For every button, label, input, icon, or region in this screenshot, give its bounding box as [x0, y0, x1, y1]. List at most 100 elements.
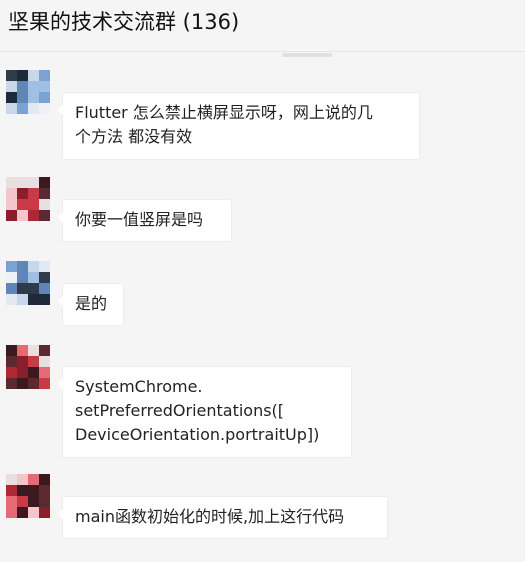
- message-text: 是的: [75, 294, 108, 313]
- avatar-pixel: [6, 378, 17, 389]
- scroll-indicator[interactable]: [282, 53, 332, 57]
- avatar-pixel: [39, 474, 50, 485]
- avatar-pixel: [28, 210, 39, 221]
- avatar-pixel: [17, 345, 28, 356]
- avatar-pixel: [28, 177, 39, 188]
- avatar-pixel: [17, 485, 28, 496]
- avatar-pixel: [39, 294, 50, 305]
- avatar-pixel: [6, 188, 17, 199]
- avatar-pixel: [6, 345, 17, 356]
- avatar-pixel: [28, 378, 39, 389]
- avatar-pixel: [17, 294, 28, 305]
- avatar-pixel: [39, 103, 50, 114]
- avatar-pixel: [39, 378, 50, 389]
- avatar-pixel: [17, 507, 28, 518]
- message-bubble[interactable]: 是的: [57, 283, 124, 326]
- avatar-pixel: [17, 177, 28, 188]
- avatar[interactable]: [6, 474, 50, 518]
- avatar-pixel: [39, 367, 50, 378]
- message-text: setPreferredOrientations([: [75, 401, 285, 420]
- avatar-pixel: [6, 272, 17, 283]
- avatar-pixel: [28, 496, 39, 507]
- message-bubble[interactable]: main函数初始化的时候,加上这行代码: [57, 496, 388, 539]
- avatar-pixel: [17, 261, 28, 272]
- avatar-pixel: [17, 378, 28, 389]
- avatar-pixel: [39, 272, 50, 283]
- avatar-pixel: [39, 356, 50, 367]
- avatar-pixel: [39, 283, 50, 294]
- avatar-pixel: [17, 474, 28, 485]
- avatar[interactable]: [6, 177, 50, 221]
- avatar-pixel: [6, 496, 17, 507]
- avatar-pixel: [28, 272, 39, 283]
- avatar[interactable]: [6, 70, 50, 114]
- avatar-pixel: [28, 474, 39, 485]
- avatar-pixel: [28, 294, 39, 305]
- avatar-pixel: [28, 507, 39, 518]
- avatar-pixel: [6, 210, 17, 221]
- avatar-pixel: [17, 496, 28, 507]
- avatar-pixel: [17, 272, 28, 283]
- avatar-pixel: [28, 81, 39, 92]
- avatar-pixel: [6, 356, 17, 367]
- message-bubble[interactable]: Flutter 怎么禁止横屏显示呀，网上说的几 个方法 都没有效: [57, 92, 420, 160]
- avatar-pixel: [17, 70, 28, 81]
- avatar-pixel: [17, 356, 28, 367]
- avatar-pixel: [17, 199, 28, 210]
- avatar-pixel: [6, 485, 17, 496]
- avatar-pixel: [28, 188, 39, 199]
- message-text: SystemChrome.: [75, 377, 203, 396]
- avatar-pixel: [28, 199, 39, 210]
- avatar-pixel: [39, 199, 50, 210]
- avatar[interactable]: [6, 555, 50, 562]
- avatar-pixel: [17, 81, 28, 92]
- avatar-pixel: [39, 485, 50, 496]
- avatar[interactable]: [6, 261, 50, 305]
- message-text: Flutter 怎么禁止横屏显示呀，网上说的几: [75, 103, 373, 122]
- avatar-pixel: [39, 177, 50, 188]
- avatar[interactable]: [6, 345, 50, 389]
- message-text: main函数初始化的时候,加上这行代码: [75, 507, 345, 526]
- avatar-pixel: [28, 70, 39, 81]
- avatar-pixel: [39, 507, 50, 518]
- avatar-pixel: [6, 92, 17, 103]
- avatar-pixel: [17, 283, 28, 294]
- avatar-pixel: [6, 70, 17, 81]
- avatar-pixel: [17, 367, 28, 378]
- avatar-pixel: [6, 261, 17, 272]
- avatar-pixel: [39, 496, 50, 507]
- avatar-pixel: [28, 356, 39, 367]
- avatar-pixel: [17, 210, 28, 221]
- avatar-pixel: [17, 92, 28, 103]
- avatar-pixel: [39, 92, 50, 103]
- avatar-pixel: [6, 367, 17, 378]
- avatar-pixel: [6, 294, 17, 305]
- avatar-pixel: [6, 507, 17, 518]
- message-text: DeviceOrientation.portraitUp]): [75, 425, 320, 444]
- avatar-pixel: [39, 261, 50, 272]
- avatar-pixel: [28, 345, 39, 356]
- avatar-pixel: [28, 485, 39, 496]
- avatar-pixel: [28, 367, 39, 378]
- avatar-pixel: [28, 92, 39, 103]
- avatar-pixel: [28, 103, 39, 114]
- avatar-pixel: [6, 177, 17, 188]
- avatar-pixel: [6, 283, 17, 294]
- avatar-pixel: [39, 81, 50, 92]
- message-bubble[interactable]: 你要一值竖屏是吗: [57, 199, 232, 242]
- avatar-pixel: [39, 210, 50, 221]
- avatar-pixel: [17, 103, 28, 114]
- avatar-pixel: [39, 188, 50, 199]
- message-text: 你要一值竖屏是吗: [75, 210, 204, 229]
- message-text: 个方法 都没有效: [75, 127, 193, 146]
- avatar-pixel: [28, 283, 39, 294]
- avatar-pixel: [39, 345, 50, 356]
- group-title[interactable]: 坚果的技术交流群 (136): [8, 8, 239, 36]
- avatar-pixel: [6, 81, 17, 92]
- avatar-pixel: [6, 474, 17, 485]
- avatar-pixel: [39, 70, 50, 81]
- avatar-pixel: [28, 261, 39, 272]
- chat-header: 坚果的技术交流群 (136): [0, 0, 525, 52]
- message-bubble[interactable]: SystemChrome. setPreferredOrientations([…: [57, 366, 352, 458]
- avatar-pixel: [17, 188, 28, 199]
